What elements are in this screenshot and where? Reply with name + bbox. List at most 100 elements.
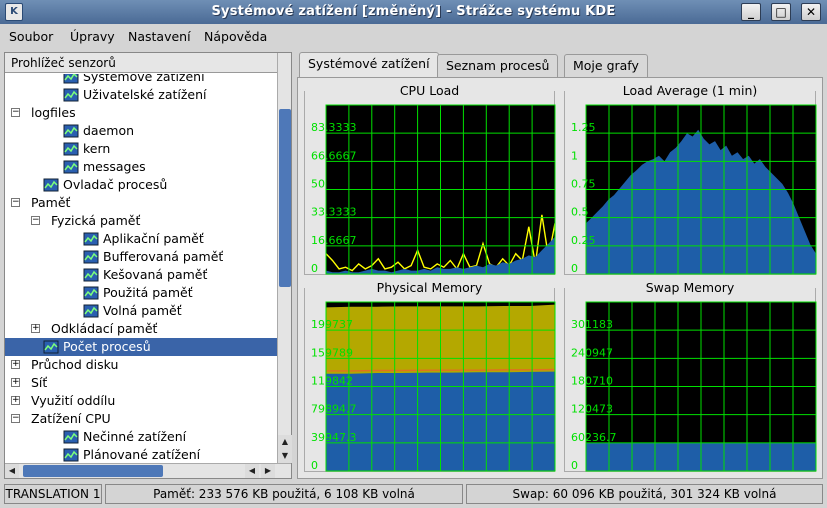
- tree-item-label: Aplikační paměť: [103, 231, 204, 246]
- y-tick-label: 0: [571, 459, 578, 472]
- sensor-icon: [63, 124, 79, 138]
- tree-item[interactable]: Použitá paměť: [5, 284, 277, 302]
- tree-item[interactable]: Kešovaná paměť: [5, 266, 277, 284]
- tree-vertical-scroll-thumb[interactable]: [279, 109, 291, 287]
- tree-item[interactable]: messages: [5, 158, 277, 176]
- tree-item-label: kern: [83, 141, 111, 156]
- minimize-button[interactable]: _: [741, 3, 761, 21]
- tree-item[interactable]: daemon: [5, 122, 277, 140]
- load-average-plot: 00.250.50.7511.25: [571, 104, 817, 275]
- tree-item[interactable]: Ovladač procesů: [5, 176, 277, 194]
- cpu-load-plot: 0 16.6667 33.3333 50 66.6667 83.3333: [311, 104, 556, 275]
- tree-item-label: Volná paměť: [103, 303, 182, 318]
- sensor-browser-header[interactable]: Prohlížeč senzorů: [5, 53, 277, 73]
- menu-edit[interactable]: Úpravy: [70, 29, 115, 44]
- load-average-graph[interactable]: Load Average (1 min) 0 0.25 0.5 0.75 1 1.25: [564, 83, 817, 275]
- tree-item[interactable]: − Zatížení CPU: [5, 410, 277, 428]
- tree-item[interactable]: + Využití oddílu: [5, 392, 277, 410]
- title-bar[interactable]: K Systémové zatížení [změněný] - Strážce…: [0, 0, 827, 24]
- cpu-load-graph[interactable]: CPU Load 0 16.6667 33.3333 50 66.6667 83.3333: [304, 83, 556, 275]
- tree-item-label: Nečinné zatížení: [83, 429, 187, 444]
- tab-page-system-load: CPU Load 0 16.6667 33.3333 50 66.6667 83.3333…: [297, 77, 823, 479]
- y-tick-label: 301183: [571, 318, 613, 331]
- tree-item-label: Plánované zatížení: [83, 447, 201, 462]
- swap-memory-plot: 0 60236.7 120473 180710 240947 301183: [571, 301, 817, 472]
- maximize-button[interactable]: □: [771, 3, 791, 21]
- expand-icon[interactable]: +: [11, 396, 20, 405]
- tree-item[interactable]: − logfiles: [5, 104, 277, 122]
- close-button[interactable]: ✕: [801, 3, 821, 21]
- y-tick-label: 0: [571, 262, 578, 275]
- tree-item-label: Průchod disku: [31, 357, 119, 372]
- sensor-icon: [63, 88, 79, 102]
- tree-item-label: Využití oddílu: [31, 393, 116, 408]
- scroll-right-icon[interactable]: ▶: [261, 464, 275, 478]
- tab-system-load[interactable]: Systémové zatížení: [299, 52, 439, 78]
- menu-file[interactable]: Soubor: [9, 29, 53, 44]
- tree-item[interactable]: Plánované zatížení: [5, 446, 277, 462]
- sensor-icon: [63, 74, 79, 84]
- tree-vertical-scrollbar[interactable]: ▲ ▼: [277, 53, 292, 463]
- tree-item[interactable]: Aplikační paměť: [5, 230, 277, 248]
- expand-icon[interactable]: +: [11, 360, 20, 369]
- status-swap: Swap: 60 096 KB použitá, 301 324 KB voln…: [466, 484, 823, 504]
- scroll-down-icon[interactable]: ▼: [278, 449, 292, 463]
- y-tick-label: 79894.7: [311, 403, 357, 416]
- expand-icon[interactable]: +: [11, 378, 20, 387]
- tree-horizontal-scroll-thumb[interactable]: [23, 465, 163, 477]
- sensor-icon: [63, 142, 79, 156]
- tree-item[interactable]: + Odkládací paměť: [5, 320, 277, 338]
- y-tick-label: 0.25: [571, 234, 596, 247]
- sensor-icon: [43, 178, 59, 192]
- tree-horizontal-scrollbar[interactable]: ◀ ◀ ▶: [5, 463, 291, 478]
- tree-item[interactable]: Nečinné zatížení: [5, 428, 277, 446]
- tree-item[interactable]: Uživatelské zatížení: [5, 86, 277, 104]
- tree-item[interactable]: Počet procesů: [5, 338, 277, 356]
- status-memory: Paměť: 233 576 KB použitá, 6 108 KB voln…: [105, 484, 463, 504]
- workspace: Systémové zatížení Seznam procesů Moje g…: [297, 52, 823, 479]
- tree-item-label: Počet procesů: [63, 339, 151, 354]
- sensor-icon: [83, 286, 99, 300]
- y-tick-label: 50: [311, 178, 325, 191]
- status-translation: TRANSLATION 1: [4, 484, 102, 504]
- tree-item[interactable]: + Síť: [5, 374, 277, 392]
- tree-item[interactable]: kern: [5, 140, 277, 158]
- expand-icon[interactable]: +: [31, 324, 40, 333]
- physical-memory-graph[interactable]: Physical Memory 0 39947.3 79894.7 119842 159…: [304, 280, 556, 472]
- sensor-icon: [83, 304, 99, 318]
- collapse-icon[interactable]: −: [11, 198, 20, 207]
- sensor-icon: [83, 268, 99, 282]
- menu-settings[interactable]: Nastavení: [128, 29, 191, 44]
- scroll-up-icon[interactable]: ▲: [278, 435, 292, 449]
- y-tick-label: 0.75: [571, 178, 596, 191]
- tree-item[interactable]: + Průchod disku: [5, 356, 277, 374]
- tree-item-label: Odkládací paměť: [51, 321, 158, 336]
- tree-item-label: Fyzická paměť: [51, 213, 141, 228]
- scroll-left-icon[interactable]: ◀: [5, 464, 19, 478]
- tree-item-label: Bufferovaná paměť: [103, 249, 224, 264]
- tree-item[interactable]: − Fyzická paměť: [5, 212, 277, 230]
- sensor-browser: Prohlížeč senzorů Systémové zatížení Uživ…: [4, 52, 292, 479]
- y-tick-label: 159789: [311, 346, 353, 359]
- tree-item[interactable]: Systémové zatížení: [5, 74, 277, 86]
- collapse-icon[interactable]: −: [11, 414, 20, 423]
- menu-help[interactable]: Nápověda: [204, 29, 267, 44]
- y-tick-label: 39947.3: [311, 431, 357, 444]
- tree-item-label: daemon: [83, 123, 135, 138]
- y-tick-label: 1: [571, 149, 578, 162]
- y-tick-label: 16.6667: [311, 234, 357, 247]
- tree-item[interactable]: Bufferovaná paměť: [5, 248, 277, 266]
- sensor-icon: [43, 340, 59, 354]
- collapse-icon[interactable]: −: [31, 216, 40, 225]
- tab-process-list[interactable]: Seznam procesů: [437, 54, 559, 77]
- y-tick-label: 60236.7: [571, 431, 617, 444]
- tab-my-graphs[interactable]: Moje grafy: [564, 54, 648, 77]
- tree-item-label: logfiles: [31, 105, 76, 120]
- collapse-icon[interactable]: −: [11, 108, 20, 117]
- tree-item[interactable]: Volná paměť: [5, 302, 277, 320]
- sensor-tree: Systémové zatížení Uživatelské zatížení − l…: [5, 74, 277, 462]
- swap-memory-graph[interactable]: Swap Memory 0 60236.7 120473 180710 240947 30…: [564, 280, 817, 472]
- y-tick-label: 0: [311, 459, 318, 472]
- tree-item[interactable]: − Paměť: [5, 194, 277, 212]
- scroll-left-2-icon[interactable]: ◀: [245, 464, 259, 478]
